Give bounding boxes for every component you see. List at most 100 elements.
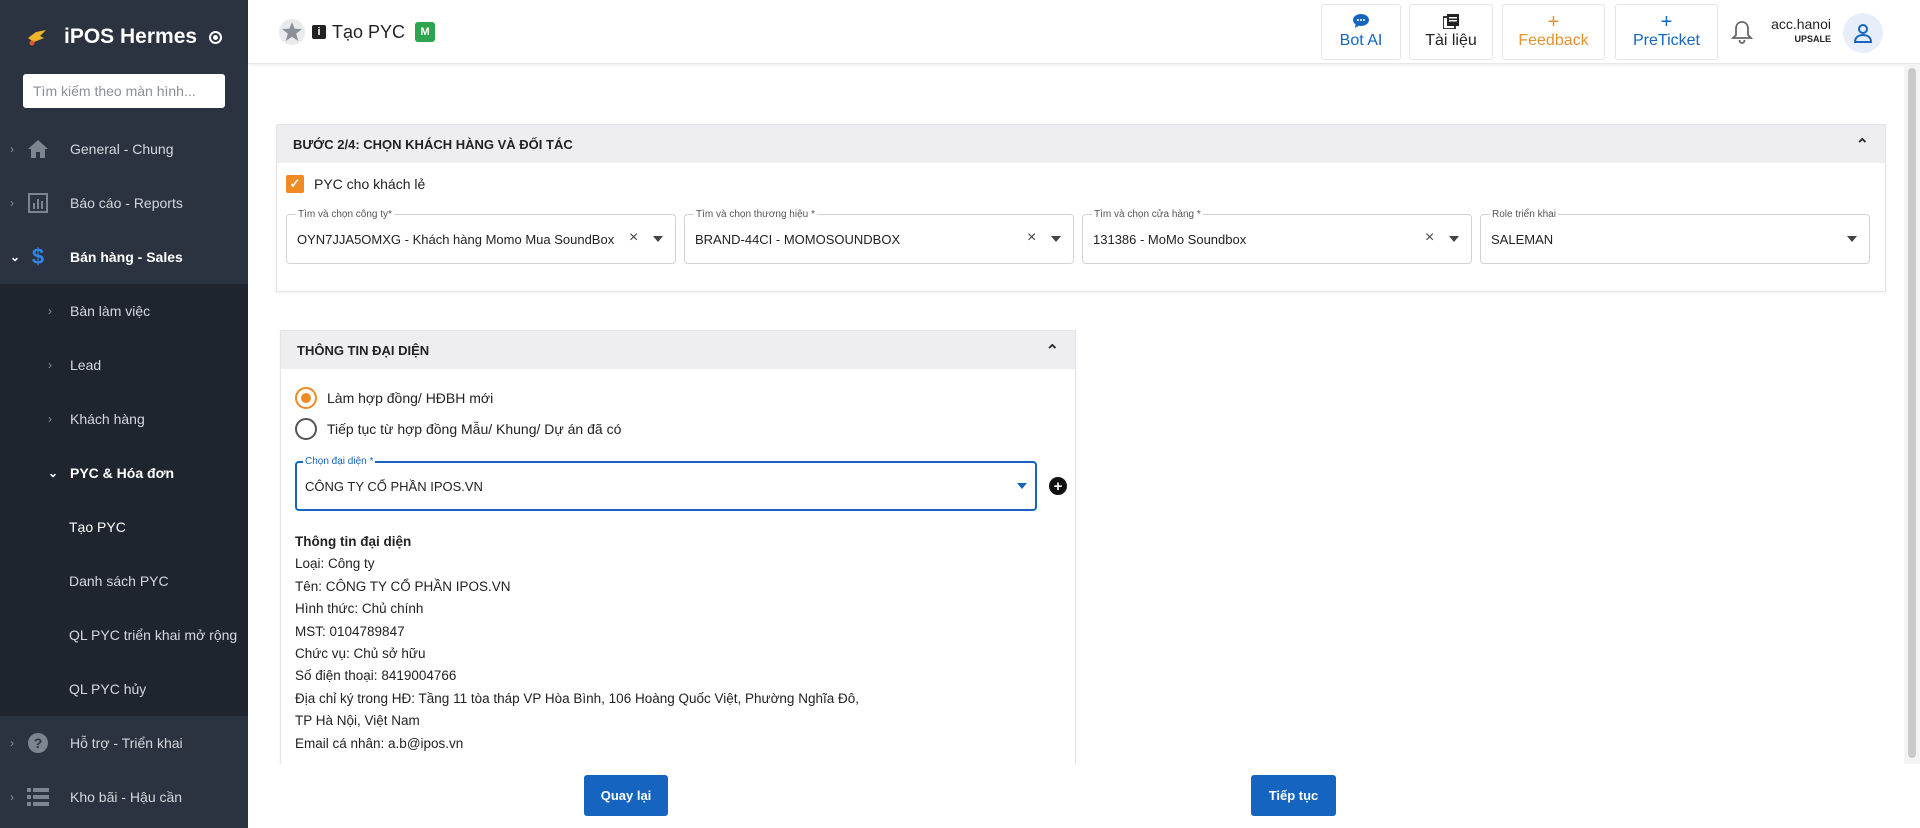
radio-continue-contract-label: Tiếp tục từ hợp đồng Mẫu/ Khung/ Dự án đ… (327, 421, 622, 437)
dropdown-arrow-icon[interactable] (1017, 483, 1027, 489)
chevron-right-icon: › (48, 412, 52, 426)
chevron-up-icon[interactable]: ⌃ (1046, 341, 1059, 361)
bot-ai-label: Bot AI (1339, 32, 1383, 49)
sidebar-item-create-pyc[interactable]: Tạo PYC (0, 500, 248, 554)
sidebar-search-input[interactable] (33, 83, 225, 99)
bell-icon[interactable] (1731, 20, 1753, 44)
chevron-right-icon: › (48, 304, 52, 318)
sidebar-item-support[interactable]: › ? Hỗ trợ - Triển khai (0, 716, 248, 770)
brand-select[interactable]: Tìm và chọn thương hiệu * BRAND-44CI - M… (684, 209, 1074, 264)
feedback-button[interactable]: + Feedback (1502, 4, 1605, 60)
sidebar-item-lead[interactable]: › Lead (0, 338, 248, 392)
dropdown-arrow-icon[interactable] (1051, 236, 1061, 242)
chevron-right-icon: › (48, 358, 52, 372)
step-header[interactable]: BƯỚC 2/4: CHỌN KHÁCH HÀNG VÀ ĐỐI TÁC ⌃ (277, 125, 1885, 163)
dropdown-arrow-icon[interactable] (1449, 236, 1459, 242)
continue-button[interactable]: Tiếp tục (1251, 775, 1336, 816)
preticket-label: PreTicket (1633, 32, 1700, 49)
retail-checkbox-label: PYC cho khách lẻ (314, 176, 426, 192)
user-role: UPSALE (1794, 34, 1831, 44)
info-form: Hình thức: Chủ chính (295, 601, 424, 617)
representative-title: THÔNG TIN ĐẠI DIỆN (297, 342, 430, 358)
sidebar-item-label: Bàn làm việc (70, 303, 151, 319)
representative-header[interactable]: THÔNG TIN ĐẠI DIỆN ⌃ (281, 331, 1075, 369)
info-address: Địa chỉ ký trong HĐ: Tầng 11 tòa tháp VP… (295, 690, 859, 706)
sidebar-item-reports[interactable]: › Báo cáo - Reports (0, 176, 248, 230)
radio-new-contract-label: Làm hợp đồng/ HĐBH mới (327, 390, 494, 406)
user-icon (1853, 24, 1873, 43)
info-address-cont: TP Hà Nội, Việt Nam (295, 713, 420, 729)
clear-icon[interactable]: × (1027, 229, 1036, 247)
store-select-value: 131386 - MoMo Soundbox (1093, 232, 1247, 247)
brand-select-label: Tìm và chọn thương hiệu * (694, 209, 817, 220)
representative-card: THÔNG TIN ĐẠI DIỆN ⌃ Làm hợp đồng/ HĐBH … (280, 330, 1076, 766)
chevron-down-icon: ⌄ (10, 250, 21, 264)
retail-checkbox-row[interactable]: ✓ PYC cho khách lẻ (286, 175, 425, 193)
company-select[interactable]: Tìm và chọn công ty* OYN7JJA5OMXG - Khác… (286, 209, 676, 264)
page-title: i Tạo PYC M (278, 18, 436, 46)
bot-ai-button[interactable]: Bot AI (1321, 4, 1401, 60)
sidebar-item-pyc-expansion[interactable]: QL PYC triển khai mở rộng (0, 608, 248, 662)
representative-select-value: CÔNG TY CỔ PHẦN IPOS.VN (305, 479, 483, 494)
sidebar-item-warehouse[interactable]: › Kho bãi - Hậu cần (0, 770, 248, 824)
sidebar-item-workspace[interactable]: › Bàn làm việc (0, 284, 248, 338)
sidebar-menu: › General - Chung › Báo cáo - Reports ⌄ … (0, 122, 248, 824)
checkbox-checked-icon[interactable]: ✓ (286, 175, 304, 193)
home-icon (26, 137, 50, 161)
company-select-label: Tìm và chọn công ty* (296, 209, 394, 220)
user-name: acc.hanoi (1771, 16, 1831, 32)
top-bar: i Tạo PYC M Bot AI Tài liệu + Feedback +… (248, 0, 1920, 64)
sidebar-item-sales[interactable]: ⌄ $ Bán hàng - Sales (0, 230, 248, 284)
brand[interactable]: iPOS Hermes (0, 0, 248, 74)
dropdown-arrow-icon[interactable] (1847, 236, 1857, 242)
sidebar-item-label: Bán hàng - Sales (70, 249, 183, 265)
chevron-right-icon: › (10, 196, 14, 210)
radio-continue-contract[interactable]: Tiếp tục từ hợp đồng Mẫu/ Khung/ Dự án đ… (295, 418, 621, 440)
back-button[interactable]: Quay lại (584, 775, 668, 816)
sidebar-item-pyc-invoices[interactable]: ⌄ PYC & Hóa đơn (0, 446, 248, 500)
chevron-right-icon: › (10, 790, 14, 804)
dropdown-arrow-icon[interactable] (653, 236, 663, 242)
store-select-label: Tìm và chọn cửa hàng * (1092, 209, 1203, 220)
sidebar-item-pyc-cancel[interactable]: QL PYC hủy (0, 662, 248, 716)
step-title: BƯỚC 2/4: CHỌN KHÁCH HÀNG VÀ ĐỐI TÁC (293, 136, 573, 152)
star-icon[interactable] (278, 18, 306, 46)
radio-selected-icon[interactable] (295, 387, 317, 409)
chevron-down-icon: ⌄ (48, 466, 59, 480)
representative-info: Thông tin đại diện Loại: Công ty Tên: CÔ… (295, 531, 859, 755)
role-select-label: Role triển khai (1490, 209, 1558, 220)
sidebar-item-customers[interactable]: › Khách hàng (0, 392, 248, 446)
sidebar-item-pyc-list[interactable]: Danh sách PYC (0, 554, 248, 608)
docs-button[interactable]: Tài liệu (1409, 4, 1493, 60)
chat-icon (1353, 14, 1369, 32)
radio-dot-icon[interactable] (209, 30, 223, 44)
avatar[interactable] (1843, 13, 1883, 53)
user-info[interactable]: acc.hanoi UPSALE (1771, 16, 1831, 44)
scrollbar[interactable] (1904, 64, 1920, 764)
sidebar-item-label: Hỗ trợ - Triển khai (70, 735, 183, 751)
sidebar-item-label: Danh sách PYC (69, 573, 169, 589)
docs-label: Tài liệu (1425, 32, 1477, 49)
store-select[interactable]: Tìm và chọn cửa hàng * 131386 - MoMo Sou… (1082, 209, 1472, 264)
info-icon[interactable]: i (312, 25, 326, 39)
company-select-value: OYN7JJA5OMXG - Khách hàng Momo Mua Sound… (297, 232, 615, 247)
sales-submenu: › Bàn làm việc › Lead › Khách hàng ⌄ PYC… (0, 284, 248, 716)
sidebar-search[interactable] (23, 74, 225, 108)
add-representative-icon[interactable]: + (1049, 477, 1067, 495)
sidebar-item-general[interactable]: › General - Chung (0, 122, 248, 176)
chevron-up-icon[interactable]: ⌃ (1856, 135, 1869, 155)
plus-icon: + (1547, 11, 1560, 33)
brand-select-value: BRAND-44CI - MOMOSOUNDBOX (695, 232, 901, 247)
chart-icon (26, 191, 50, 215)
sidebar-item-label: Tạo PYC (69, 519, 126, 535)
step-card: BƯỚC 2/4: CHỌN KHÁCH HÀNG VÀ ĐỐI TÁC ⌃ ✓… (276, 124, 1886, 292)
representative-select[interactable]: Chọn đại diện * CÔNG TY CỔ PHẦN IPOS.VN (295, 456, 1037, 511)
role-select[interactable]: Role triển khai SALEMAN (1480, 209, 1870, 264)
radio-unselected-icon[interactable] (295, 418, 317, 440)
scrollbar-thumb[interactable] (1908, 68, 1916, 758)
clear-icon[interactable]: × (629, 229, 638, 247)
radio-new-contract[interactable]: Làm hợp đồng/ HĐBH mới (295, 387, 493, 409)
sidebar-item-label: Khách hàng (70, 411, 145, 427)
clear-icon[interactable]: × (1425, 229, 1434, 247)
preticket-button[interactable]: + PreTicket (1615, 4, 1718, 60)
